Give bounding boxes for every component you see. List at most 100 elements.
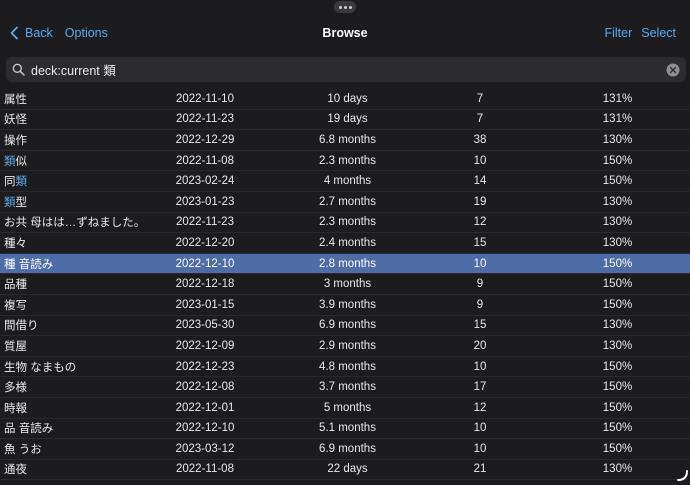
term-text: 種々 <box>4 237 27 250</box>
due-date-cell: 2023-01-23 <box>175 195 235 208</box>
due-date-cell: 2023-05-30 <box>175 319 235 332</box>
table-row[interactable]: 品 音読み 2022-12-10 5.1 months 10 150% <box>0 419 690 440</box>
ease-cell: 150% <box>602 442 633 455</box>
ease-cell: 150% <box>602 298 633 311</box>
table-row[interactable]: 種 音読み 2022-12-10 2.8 months 10 150% <box>0 253 690 275</box>
table-row[interactable]: 同類 2023-02-24 4 months 14 150% <box>0 171 690 192</box>
reviews-cell: 38 <box>473 133 487 146</box>
term-text: 同 <box>4 176 16 189</box>
table-row[interactable]: 類似 2022-11-08 2.3 months 10 150% <box>0 151 690 172</box>
ease-cell: 150% <box>602 401 633 414</box>
reviews-cell: 19 <box>473 195 487 208</box>
due-date-cell: 2023-03-12 <box>175 442 235 455</box>
interval-cell: 5 months <box>323 401 372 414</box>
term-text: 魚 うお <box>4 443 42 456</box>
clear-search-icon[interactable] <box>666 63 680 77</box>
nav-left-group: Back Options <box>8 26 108 40</box>
due-date-cell: 2022-11-23 <box>176 113 234 126</box>
interval-cell: 4.8 months <box>319 360 376 373</box>
due-date-cell: 2022-12-01 <box>175 401 235 414</box>
term-text: 通夜 <box>4 464 27 477</box>
ease-cell: 130% <box>602 216 633 229</box>
chevron-left-icon <box>10 26 18 40</box>
table-row[interactable]: 属性 2022-11-10 10 days 7 131% <box>0 89 690 110</box>
dot-icon <box>348 5 352 9</box>
interval-cell: 6.9 months <box>319 319 376 332</box>
more-options-handle[interactable] <box>334 1 356 13</box>
card-table: 属性 2022-11-10 10 days 7 131% 妖怪 2022-11-23 19 d… <box>0 89 690 481</box>
term-text: 間借り <box>4 320 39 333</box>
ease-cell: 150% <box>602 381 633 394</box>
due-date-cell: 2022-12-20 <box>175 236 235 249</box>
due-date-cell: 2022-12-10 <box>175 257 235 270</box>
reviews-cell: 12 <box>473 401 487 414</box>
browse-window: Back Options Browse Filter Select 属性2022… <box>0 0 690 485</box>
table-row[interactable]: 妖怪 2022-11-23 19 days 7 131% <box>0 110 690 131</box>
search-bar <box>6 57 686 82</box>
due-date-cell: 2022-12-18 <box>175 278 235 291</box>
term-text: 妖怪 <box>4 114 27 127</box>
select-button[interactable]: Select <box>641 26 676 40</box>
table-row[interactable]: 操作 2022-12-29 6.8 months 38 130% <box>0 130 690 151</box>
reviews-cell: 10 <box>473 154 487 167</box>
back-button[interactable]: Back <box>8 26 53 40</box>
interval-cell: 6.8 months <box>319 133 376 146</box>
interval-cell: 2.7 months <box>319 195 376 208</box>
due-date-cell: 2022-12-08 <box>175 381 235 394</box>
reviews-cell: 7 <box>476 113 484 126</box>
table-row[interactable]: 間借り 2023-05-30 6.9 months 15 130% <box>0 316 690 337</box>
table-row[interactable]: 魚 うお 2023-03-12 6.9 months 10 150% <box>0 439 690 460</box>
due-date-cell: 2022-12-29 <box>175 133 235 146</box>
interval-cell: 3.9 months <box>319 298 376 311</box>
reviews-cell: 20 <box>473 339 487 352</box>
nav-right-group: Filter Select <box>604 26 676 40</box>
term-text: 品種 <box>4 279 27 292</box>
due-date-cell: 2022-11-23 <box>176 216 234 229</box>
table-row[interactable]: 複写 2023-01-15 3.9 months 9 150% <box>0 295 690 316</box>
table-row[interactable]: 質屋 2022-12-09 2.9 months 20 130% <box>0 336 690 357</box>
ease-cell: 150% <box>602 257 633 270</box>
interval-cell: 2.4 months <box>319 236 376 249</box>
term-highlight: 類 <box>4 196 16 209</box>
resize-handle-icon[interactable] <box>676 469 688 481</box>
due-date-cell: 2022-11-08 <box>176 154 234 167</box>
table-row[interactable]: 生物 なまもの 2022-12-23 4.8 months 10 150% <box>0 357 690 378</box>
ease-cell: 150% <box>602 154 633 167</box>
ease-cell: 150% <box>602 422 633 435</box>
table-row[interactable]: 類型 2023-01-23 2.7 months 19 130% <box>0 192 690 213</box>
ease-cell: 150% <box>602 175 633 188</box>
ease-cell: 131% <box>602 92 633 105</box>
table-row[interactable]: 種々 2022-12-20 2.4 months 15 130% <box>0 233 690 254</box>
ease-cell: 130% <box>602 236 633 249</box>
interval-cell: 19 days <box>327 113 368 126</box>
interval-cell: 6.9 months <box>319 442 376 455</box>
search-input[interactable] <box>31 62 666 77</box>
reviews-cell: 12 <box>473 216 487 229</box>
table-row[interactable]: 時報 2022-12-01 5 months 12 150% <box>0 398 690 419</box>
filter-button[interactable]: Filter <box>604 26 632 40</box>
table-row[interactable]: 多様 2022-12-08 3.7 months 17 150% <box>0 377 690 398</box>
term-text: 多様 <box>4 382 27 395</box>
reviews-cell: 10 <box>473 422 487 435</box>
dot-icon <box>343 5 347 9</box>
reviews-cell: 14 <box>473 175 487 188</box>
table-row[interactable]: お共 母はは…ずねました。 2022-11-23 2.3 months 12 130% <box>0 213 690 234</box>
due-date-cell: 2022-12-23 <box>175 360 235 373</box>
table-row[interactable]: 品種 2022-12-18 3 months 9 150% <box>0 274 690 295</box>
reviews-cell: 21 <box>473 463 487 476</box>
term-text: 複写 <box>4 299 27 312</box>
search-icon <box>12 63 25 76</box>
due-date-cell: 2022-11-10 <box>176 92 234 105</box>
interval-cell: 3 months <box>323 278 372 291</box>
table-row[interactable]: 通夜 2022-11-08 22 days 21 130% <box>0 460 690 481</box>
reviews-cell: 10 <box>473 360 487 373</box>
reviews-cell: 7 <box>476 92 484 105</box>
reviews-cell: 9 <box>476 278 484 291</box>
options-button[interactable]: Options <box>65 26 108 40</box>
due-date-cell: 2022-12-09 <box>175 339 235 352</box>
term-text: 型 <box>15 196 28 209</box>
interval-cell: 5.1 months <box>319 422 376 435</box>
dot-icon <box>338 5 342 9</box>
due-date-cell: 2023-02-24 <box>175 175 235 188</box>
term-text: 似 <box>15 155 28 168</box>
